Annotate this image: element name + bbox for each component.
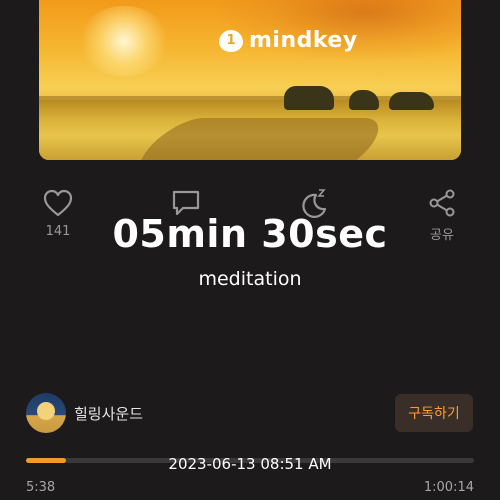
sun-glow	[79, 6, 169, 76]
duration-overlay: 05min 30sec	[112, 212, 388, 256]
trees	[349, 90, 379, 110]
channel-name[interactable]: 힐링사운드	[74, 403, 143, 424]
brand-logo: 1 mindkey	[219, 28, 358, 53]
channel-info[interactable]: 힐링사운드	[26, 393, 143, 433]
brand-name: mindkey	[249, 28, 358, 53]
avatar[interactable]	[26, 393, 66, 433]
date-overlay: 2023-06-13 08:51 AM	[168, 455, 332, 473]
category-overlay: meditation	[198, 268, 302, 290]
elapsed-time: 5:38	[26, 480, 56, 495]
cover-image: 1 mindkey	[39, 0, 461, 160]
moon-icon	[37, 402, 55, 420]
mindkey-logo-icon: 1	[219, 29, 243, 52]
trees	[284, 86, 334, 110]
subscribe-button[interactable]: 구독하기	[395, 394, 473, 432]
total-time: 1:00:14	[423, 480, 474, 495]
trees	[389, 92, 434, 110]
